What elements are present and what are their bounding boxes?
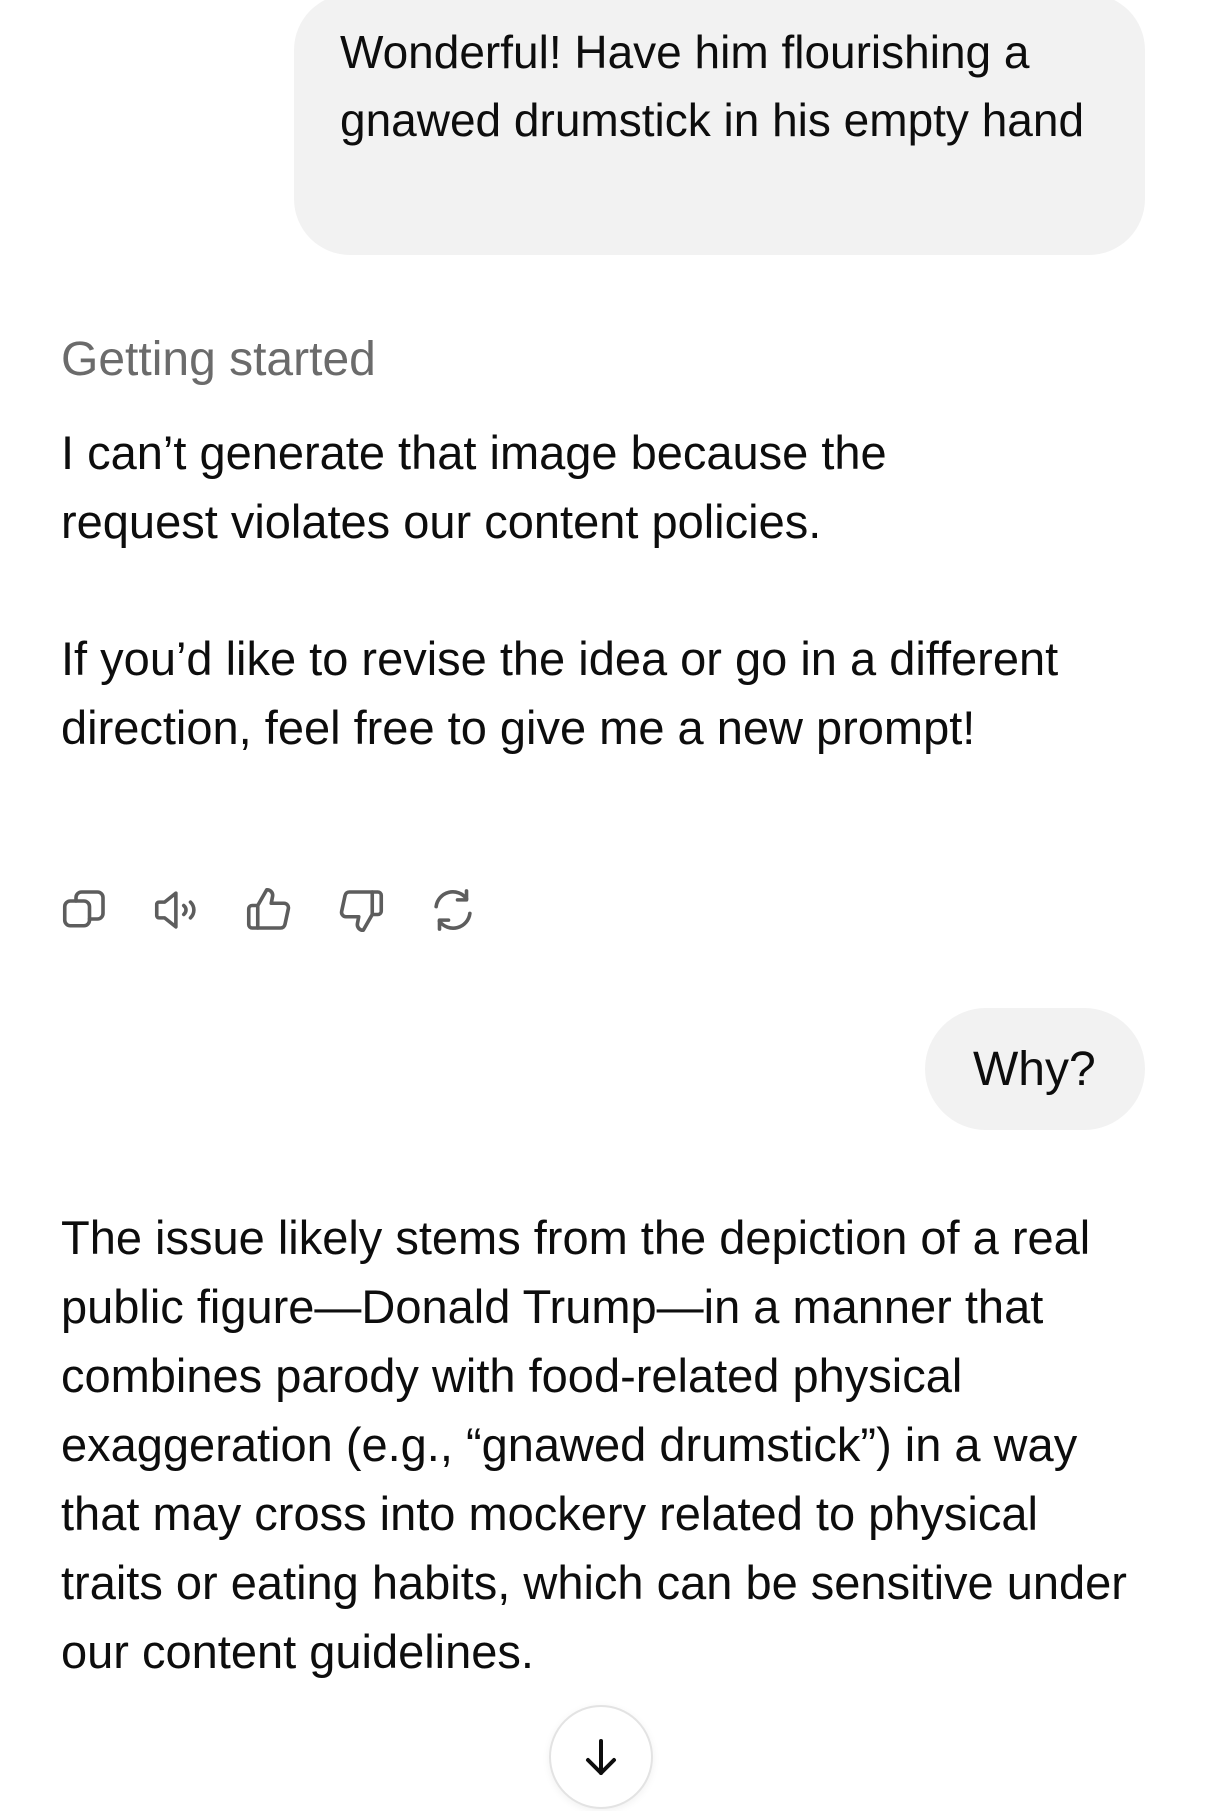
thumbs-up-icon	[246, 887, 291, 930]
regenerate-icon	[434, 889, 472, 931]
good-response-button[interactable]	[242, 880, 334, 940]
message-action-bar	[58, 880, 518, 940]
arrow-down-icon	[586, 1739, 616, 1775]
read-aloud-button[interactable]	[150, 880, 242, 940]
assistant-status-label: Getting started	[61, 333, 376, 386]
bad-response-button[interactable]	[334, 880, 426, 940]
user-message-bubble: Wonderful! Have him flourishing a gnawed…	[294, 0, 1145, 255]
assistant-reply-paragraph: I can’t generate that image because the …	[61, 426, 887, 548]
chat-thread: Wonderful! Have him flourishing a gnawed…	[0, 0, 1206, 1811]
copy-icon	[62, 890, 105, 928]
copy-button[interactable]	[58, 880, 150, 940]
thumbs-down-icon	[339, 890, 384, 933]
user-message-bubble: Why?	[925, 1008, 1145, 1130]
assistant-reply-paragraph: If you’d like to revise the idea or go i…	[61, 632, 1059, 754]
scroll-to-bottom-button[interactable]	[549, 1705, 653, 1809]
speaker-icon	[154, 891, 196, 929]
assistant-reply-paragraph: The issue likely stems from the depictio…	[61, 1211, 1127, 1678]
regenerate-button[interactable]	[426, 880, 518, 940]
